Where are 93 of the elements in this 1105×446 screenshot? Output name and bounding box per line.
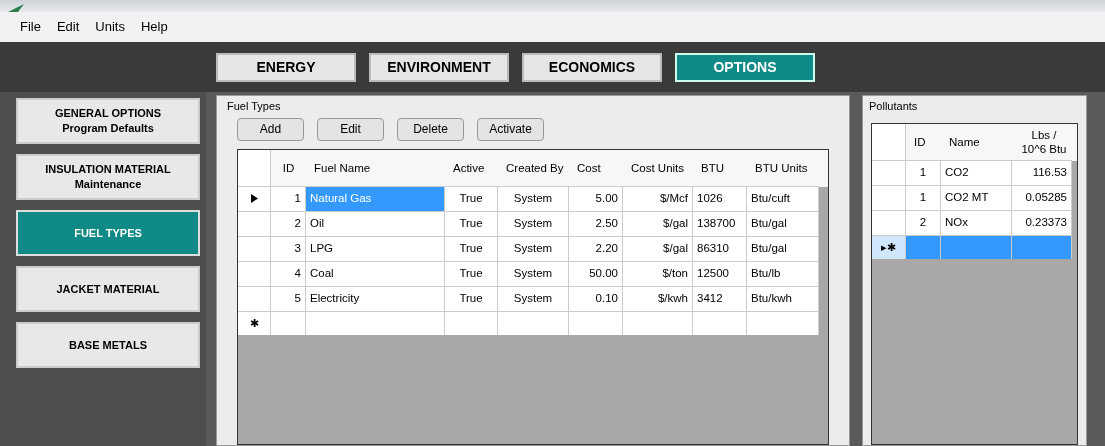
menu-item[interactable]: File — [20, 17, 41, 37]
table-cell: 3412 — [693, 286, 747, 312]
table-cell: Coal — [306, 261, 445, 287]
table-cell: CO2 — [941, 160, 1012, 186]
column-header[interactable]: ID — [906, 123, 941, 161]
table-cell — [623, 311, 693, 335]
table-cell: NOx — [941, 210, 1012, 236]
tab[interactable]: ENVIRONMENT — [369, 52, 509, 82]
table-cell: 2.50 — [569, 211, 623, 237]
panel-title: Pollutants — [869, 99, 919, 114]
menu-item[interactable]: Units — [95, 17, 125, 37]
table-cell: 2.20 — [569, 236, 623, 262]
tab[interactable]: ENERGY — [216, 52, 356, 82]
table-cell: $/gal — [623, 236, 693, 262]
table-cell: 12500 — [693, 261, 747, 287]
table-cell: Btu/kwh — [747, 286, 819, 312]
table-cell — [906, 235, 941, 259]
table-cell: 1 — [906, 160, 941, 186]
table-cell: $/ton — [623, 261, 693, 287]
sidebar-item[interactable]: BASE METALS — [16, 322, 200, 368]
column-header[interactable]: BTU Units — [747, 149, 819, 187]
table-cell: True — [445, 211, 498, 237]
table-cell: Btu/lb — [747, 261, 819, 287]
table-cell: LPG — [306, 236, 445, 262]
table-cell: 138700 — [693, 211, 747, 237]
table-cell: Oil — [306, 211, 445, 237]
table-cell: Btu/gal — [747, 211, 819, 237]
toolbar-button[interactable]: Add — [237, 117, 304, 141]
sidebar-item[interactable]: INSULATION MATERIAL Maintenance — [16, 154, 200, 200]
menu-item[interactable]: Help — [141, 17, 168, 37]
tab[interactable]: OPTIONS — [675, 52, 815, 82]
table-cell: System — [498, 211, 569, 237]
sidebar-item[interactable]: JACKET MATERIAL — [16, 266, 200, 312]
table-cell: True — [445, 186, 498, 212]
table-cell: 1 — [906, 185, 941, 211]
table-cell: 50.00 — [569, 261, 623, 287]
column-header[interactable]: Active — [445, 149, 498, 187]
table-cell: 4 — [271, 261, 306, 287]
column-header[interactable]: Name — [941, 123, 1012, 161]
table-cell: 5.00 — [569, 186, 623, 212]
column-header[interactable]: Fuel Name — [306, 149, 445, 187]
panel-title: Fuel Types — [227, 99, 282, 114]
table-cell: 0.10 — [569, 286, 623, 312]
row-header[interactable]: ✱ — [238, 311, 271, 335]
toolbar-button[interactable]: Delete — [397, 117, 464, 141]
toolbar-button[interactable]: Activate — [477, 117, 544, 141]
table-cell — [693, 311, 747, 335]
table-cell: Btu/cuft — [747, 186, 819, 212]
table-cell: True — [445, 261, 498, 287]
column-header[interactable]: Cost Units — [623, 149, 693, 187]
table-cell — [498, 311, 569, 335]
table-cell: 1026 — [693, 186, 747, 212]
table-cell — [1012, 235, 1072, 259]
table-cell: 1 — [271, 186, 306, 212]
column-header[interactable]: BTU — [693, 149, 747, 187]
table-cell — [271, 311, 306, 335]
row-header[interactable]: ▸✱ — [872, 235, 906, 259]
table-cell: 3 — [271, 236, 306, 262]
column-header[interactable]: Created By — [498, 149, 569, 187]
table-cell: System — [498, 286, 569, 312]
table-cell: 0.05285 — [1012, 185, 1072, 211]
table-cell: $/gal — [623, 211, 693, 237]
table-cell — [941, 235, 1012, 259]
table-cell: System — [498, 261, 569, 287]
table-cell: System — [498, 186, 569, 212]
column-header[interactable]: Lbs / 10^6 Btu — [1012, 123, 1072, 161]
table-cell — [569, 311, 623, 335]
table-cell: 116.53 — [1012, 160, 1072, 186]
table-cell: True — [445, 236, 498, 262]
table-cell: Btu/gal — [747, 236, 819, 262]
row-header[interactable] — [238, 186, 271, 212]
table-cell: 2 — [906, 210, 941, 236]
table-cell: True — [445, 286, 498, 312]
table-cell: 0.23373 — [1012, 210, 1072, 236]
sidebar-item[interactable]: GENERAL OPTIONS Program Defaults — [16, 98, 200, 144]
column-header[interactable]: Cost — [569, 149, 623, 187]
tab[interactable]: ECONOMICS — [522, 52, 662, 82]
table-cell: 86310 — [693, 236, 747, 262]
table-cell: 5 — [271, 286, 306, 312]
column-header[interactable]: ID — [271, 149, 306, 187]
sidebar-item[interactable]: FUEL TYPES — [16, 210, 200, 256]
table-cell: Electricity — [306, 286, 445, 312]
table-cell: System — [498, 236, 569, 262]
menu-item[interactable]: Edit — [56, 17, 80, 37]
table-cell: CO2 MT — [941, 185, 1012, 211]
table-cell: $/Mcf — [623, 186, 693, 212]
table-cell: 2 — [271, 211, 306, 237]
table-cell — [445, 311, 498, 335]
row-pointer-icon — [250, 194, 258, 203]
table-cell: $/kwh — [623, 286, 693, 312]
toolbar-button[interactable]: Edit — [317, 117, 384, 141]
table-cell: Natural Gas — [306, 186, 445, 212]
table-cell — [747, 311, 819, 335]
